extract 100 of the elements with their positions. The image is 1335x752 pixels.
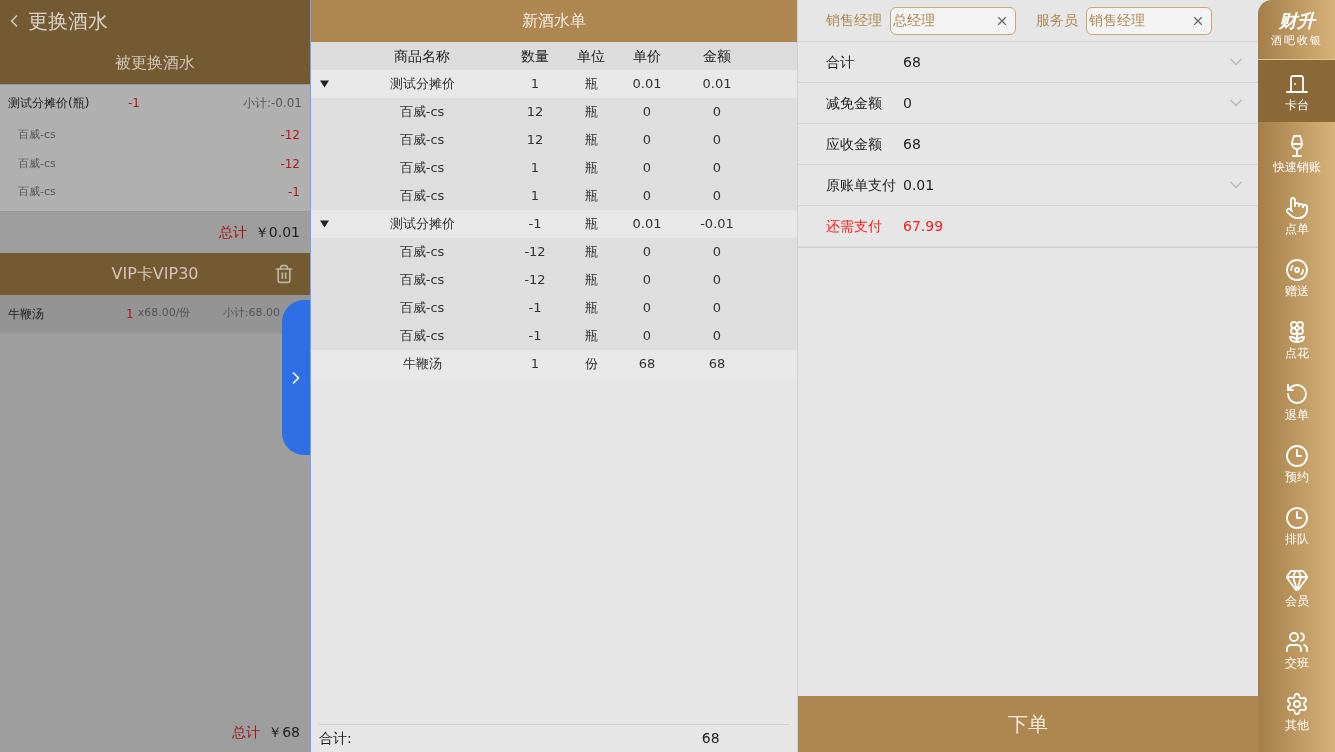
page-title: 更换酒水 [28, 8, 108, 35]
staff-field[interactable]: 总经理 [890, 6, 1016, 35]
table-cell-text: 0 [712, 187, 722, 206]
total-label: 总计 [232, 722, 261, 742]
sidebar-item[interactable]: 预约 [1258, 432, 1335, 494]
summary-value: 67.99 [903, 216, 944, 236]
table-cell-text: 百威-cs [399, 271, 445, 290]
sidebar-item[interactable]: 点花 [1258, 308, 1335, 370]
item-name: 百威-cs [18, 127, 56, 143]
column-header: 单价 [633, 46, 661, 66]
pointing-hand-icon [1284, 195, 1309, 220]
table-cell-text: 12 [526, 103, 544, 122]
drawer-handle[interactable] [282, 300, 310, 455]
sidebar-item[interactable]: 赠送 [1258, 246, 1335, 308]
item-quantity: -12 [280, 127, 300, 145]
trash-icon[interactable] [274, 263, 294, 284]
table-cell-text: 0 [712, 159, 722, 178]
summary-label: 还需支付 [826, 216, 883, 236]
staff-label: 销售经理 [826, 11, 882, 30]
disc-icon [1284, 257, 1309, 282]
sidebar-item[interactable]: 退单 [1258, 370, 1335, 432]
table-cell-text: 百威-cs [399, 299, 445, 318]
sidebar-item[interactable]: 快速销账 [1258, 122, 1335, 184]
table-cell-text: -1 [528, 299, 542, 318]
table-cell-text: 0.01 [632, 75, 662, 94]
table-cell-text: 瓶 [584, 103, 598, 122]
table-cell-text: 0 [712, 327, 722, 346]
item-quantity: 1 [126, 305, 134, 323]
column-header: 金额 [703, 46, 731, 66]
settings-icon [1284, 691, 1309, 716]
table-cell-text: -1 [528, 215, 542, 234]
table-cell-text: 0 [642, 271, 652, 290]
clock-icon [1284, 443, 1309, 468]
order-title: 新酒水单 [522, 10, 586, 32]
table-cell-text: 0 [642, 187, 652, 206]
table-cell-text: 百威-cs [399, 159, 445, 178]
table-cell-text: 0 [712, 299, 722, 318]
refund-icon [1284, 381, 1309, 406]
table-cell-text: 份 [584, 355, 598, 374]
summary-label: 合计 [826, 52, 855, 72]
summary-value: 0.01 [903, 175, 935, 195]
table-cell-text: -1 [528, 327, 542, 346]
section-title: 被更换酒水 [115, 52, 195, 74]
table-cell-text: 0 [712, 271, 722, 290]
staff-label: 服务员 [1036, 11, 1078, 30]
table-cell-text: 0.01 [632, 215, 662, 234]
table-cell-text: 1 [530, 75, 540, 94]
table-cell-text: 瓶 [584, 271, 598, 290]
table-cell-text: 瓶 [584, 159, 598, 178]
footer-value: 68 [701, 729, 720, 748]
sidebar-item[interactable]: 会员 [1258, 556, 1335, 618]
item-price: x68.00/份 [137, 305, 191, 322]
sidebar-item[interactable]: 其他 [1258, 680, 1335, 742]
item-name: 百威-cs [18, 155, 56, 172]
table-cell-text: 测试分摊价 [389, 75, 455, 94]
column-header: 商品名称 [394, 46, 450, 66]
item-name: 牛鞭汤 [8, 305, 45, 323]
table-cell-text: 瓶 [584, 327, 598, 346]
table-cell-text: 百威-cs [399, 187, 445, 206]
table-cell-text: 瓶 [584, 299, 598, 318]
table-cell-text: 0 [642, 159, 652, 178]
table-cell-text: 0 [642, 131, 652, 150]
table-cell-text: 0.01 [702, 75, 732, 94]
total-label: 总计 [218, 222, 247, 242]
table-cell-text: 68 [708, 355, 726, 374]
table-cell-text: 1 [530, 187, 540, 206]
table-cell-text: 68 [638, 355, 656, 374]
sidebar-item[interactable]: 卡台 [1258, 60, 1335, 122]
sidebar-item[interactable]: 排队 [1258, 494, 1335, 556]
staff-field[interactable]: 销售经理 [1086, 6, 1212, 35]
diamond-icon [1284, 567, 1309, 592]
table-cell-text: 百威-cs [399, 327, 445, 346]
triangle-icon[interactable] [319, 220, 329, 228]
total-value: ￥0.01 [254, 222, 300, 242]
item-quantity: -1 [128, 95, 140, 112]
table-cell-text: 0 [642, 103, 652, 122]
table-cell-text: 瓶 [584, 187, 598, 206]
table-cell-text: 12 [526, 131, 544, 150]
triangle-icon[interactable] [319, 80, 329, 88]
table-cell-text: -12 [524, 243, 546, 262]
sidebar-item[interactable]: 点单 [1258, 184, 1335, 246]
item-subtotal: 小计:-0.01 [242, 95, 302, 112]
table-cell-text: 瓶 [584, 243, 598, 262]
summary-label: 应收金额 [826, 134, 883, 154]
card-title: VIP卡VIP30 [111, 262, 199, 285]
item-quantity: -1 [288, 184, 300, 202]
table-cell-text: 瓶 [584, 131, 598, 150]
table-cell-text: 0 [712, 131, 722, 150]
table-cell-text: 0 [642, 299, 652, 318]
table-cell-text: 1 [530, 355, 540, 374]
sidebar-item[interactable]: 交班 [1258, 618, 1335, 680]
submit-button[interactable]: 下单 [798, 696, 1258, 752]
item-name: 测试分摊价(瓶) [8, 95, 91, 112]
table-cell-text: -12 [524, 271, 546, 290]
table-cell-text: 测试分摊价 [389, 215, 455, 234]
staff-value: 总经理 [893, 11, 935, 30]
table-cell-text: 1 [530, 159, 540, 178]
column-header: 数量 [521, 46, 549, 66]
footer-label: 合计: [319, 729, 352, 748]
table-cell-text: 瓶 [584, 75, 598, 94]
